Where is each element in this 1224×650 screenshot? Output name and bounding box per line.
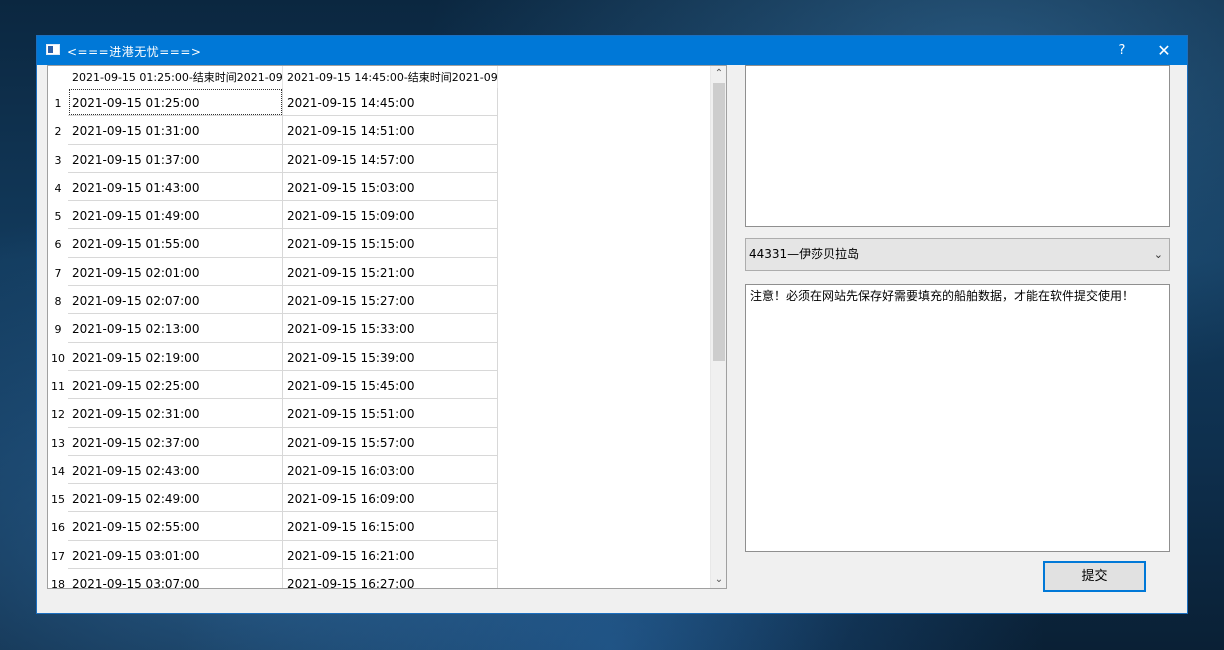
row-number[interactable]: 8 bbox=[48, 286, 68, 314]
row-number[interactable]: 6 bbox=[48, 229, 68, 257]
table-row[interactable]: 12 2021-09-15 02:31:00 2021-09-15 15:51:00 bbox=[48, 399, 710, 428]
start-time-cell[interactable]: 2021-09-15 02:31:00 bbox=[68, 399, 283, 428]
table-row[interactable]: 4 2021-09-15 01:43:00 2021-09-15 15:03:00 bbox=[48, 172, 710, 202]
start-time-cell[interactable]: 2021-09-15 01:37:00 bbox=[68, 144, 283, 173]
table-row[interactable]: 6 2021-09-15 01:55:00 2021-09-15 15:15:00 bbox=[48, 229, 710, 258]
notice-text: 注意！必须在网站先保存好需要填充的船舶数据，才能在软件提交使用！ bbox=[750, 289, 1135, 303]
row-number[interactable]: 18 bbox=[48, 569, 68, 588]
app-window: <===进港无忧===> ? ✕ 2021-09-15 01:25:00-结束时… bbox=[36, 35, 1188, 614]
table-row[interactable]: 14 2021-09-15 02:43:00 2021-09-15 16:03:00 bbox=[48, 455, 710, 485]
start-time-cell[interactable]: 2021-09-15 02:01:00 bbox=[68, 257, 283, 287]
row-number[interactable]: 10 bbox=[48, 343, 68, 371]
end-time-cell[interactable]: 2021-09-15 15:21:00 bbox=[283, 257, 498, 287]
start-time-cell[interactable]: 2021-09-15 02:37:00 bbox=[68, 427, 283, 456]
end-time-cell[interactable]: 2021-09-15 15:39:00 bbox=[283, 342, 498, 371]
close-button[interactable]: ✕ bbox=[1143, 36, 1185, 65]
chevron-down-icon: ⌄ bbox=[1153, 248, 1163, 261]
row-number[interactable]: 5 bbox=[48, 201, 68, 229]
row-number[interactable]: 7 bbox=[48, 258, 68, 286]
start-time-cell[interactable]: 2021-09-15 01:55:00 bbox=[68, 229, 283, 258]
end-time-cell[interactable]: 2021-09-15 14:51:00 bbox=[283, 116, 498, 145]
column-header-end[interactable]: 2021-09-15 14:45:00-结束时间2021-09-1 bbox=[283, 66, 498, 88]
table-row[interactable]: 17 2021-09-15 03:01:00 2021-09-15 16:21:00 bbox=[48, 540, 710, 570]
table-row[interactable]: 15 2021-09-15 02:49:00 2021-09-15 16:09:00 bbox=[48, 484, 710, 513]
end-time-cell[interactable]: 2021-09-15 15:45:00 bbox=[283, 370, 498, 400]
start-time-cell[interactable]: 2021-09-15 02:13:00 bbox=[68, 314, 283, 343]
table-row[interactable]: 3 2021-09-15 01:37:00 2021-09-15 14:57:00 bbox=[48, 144, 710, 173]
end-time-cell[interactable]: 2021-09-15 15:33:00 bbox=[283, 314, 498, 343]
row-number[interactable]: 13 bbox=[48, 428, 68, 456]
start-time-cell[interactable]: 2021-09-15 01:43:00 bbox=[68, 172, 283, 202]
end-time-cell[interactable]: 2021-09-15 15:27:00 bbox=[283, 286, 498, 315]
table-body: 1 2021-09-15 01:25:00 2021-09-15 14:45:00 2… bbox=[48, 88, 710, 588]
title-bar: <===进港无忧===> ? ✕ bbox=[37, 36, 1187, 65]
start-time-cell[interactable]: 2021-09-15 02:43:00 bbox=[68, 455, 283, 485]
start-time-cell[interactable]: 2021-09-15 03:01:00 bbox=[68, 540, 283, 570]
start-time-cell[interactable]: 2021-09-15 02:19:00 bbox=[68, 342, 283, 371]
end-time-cell[interactable]: 2021-09-15 16:03:00 bbox=[283, 455, 498, 485]
port-select[interactable]: 44331—伊莎贝拉岛 ⌄ bbox=[745, 238, 1170, 271]
scroll-down-icon[interactable]: ⌄ bbox=[711, 572, 726, 588]
end-time-cell[interactable]: 2021-09-15 14:45:00 bbox=[283, 88, 498, 117]
window-title: <===进港无忧===> bbox=[67, 45, 202, 59]
column-header-start[interactable]: 2021-09-15 01:25:00-结束时间2021-09-1 bbox=[68, 66, 283, 88]
row-number[interactable]: 9 bbox=[48, 314, 68, 342]
end-time-cell[interactable]: 2021-09-15 16:15:00 bbox=[283, 512, 498, 541]
row-number[interactable]: 4 bbox=[48, 173, 68, 201]
table-row[interactable]: 8 2021-09-15 02:07:00 2021-09-15 15:27:00 bbox=[48, 286, 710, 315]
table-row[interactable]: 7 2021-09-15 02:01:00 2021-09-15 15:21:00 bbox=[48, 257, 710, 287]
time-slot-table: 2021-09-15 01:25:00-结束时间2021-09-1 2021-0… bbox=[47, 65, 727, 589]
table-row[interactable]: 2 2021-09-15 01:31:00 2021-09-15 14:51:00 bbox=[48, 116, 710, 145]
row-number[interactable]: 1 bbox=[48, 88, 68, 116]
row-number[interactable]: 12 bbox=[48, 399, 68, 427]
vertical-scrollbar[interactable]: ⌃ ⌄ bbox=[710, 66, 726, 588]
table-row[interactable]: 10 2021-09-15 02:19:00 2021-09-15 15:39:00 bbox=[48, 342, 710, 371]
scroll-thumb[interactable] bbox=[713, 83, 725, 361]
table-row[interactable]: 11 2021-09-15 02:25:00 2021-09-15 15:45:00 bbox=[48, 370, 710, 400]
start-time-cell[interactable]: 2021-09-15 01:31:00 bbox=[68, 116, 283, 145]
start-time-cell[interactable]: 2021-09-15 01:49:00 bbox=[68, 201, 283, 230]
submit-button[interactable]: 提交 bbox=[1043, 561, 1146, 592]
row-number[interactable]: 16 bbox=[48, 512, 68, 540]
help-button[interactable]: ? bbox=[1101, 36, 1143, 65]
row-number[interactable]: 2 bbox=[48, 116, 68, 144]
row-number[interactable]: 14 bbox=[48, 456, 68, 484]
start-time-cell[interactable]: 2021-09-15 02:49:00 bbox=[68, 484, 283, 513]
end-time-cell[interactable]: 2021-09-15 15:51:00 bbox=[283, 399, 498, 428]
end-time-cell[interactable]: 2021-09-15 15:03:00 bbox=[283, 172, 498, 202]
start-time-cell[interactable]: 2021-09-15 02:55:00 bbox=[68, 512, 283, 541]
table-corner bbox=[48, 66, 68, 88]
start-time-cell[interactable]: 2021-09-15 02:07:00 bbox=[68, 286, 283, 315]
end-time-cell[interactable]: 2021-09-15 15:57:00 bbox=[283, 427, 498, 456]
row-number[interactable]: 11 bbox=[48, 371, 68, 399]
end-time-cell[interactable]: 2021-09-15 16:21:00 bbox=[283, 540, 498, 570]
end-time-cell[interactable]: 2021-09-15 15:09:00 bbox=[283, 201, 498, 230]
start-time-cell[interactable]: 2021-09-15 03:07:00 bbox=[68, 569, 283, 588]
app-window-icon bbox=[46, 44, 60, 55]
end-time-cell[interactable]: 2021-09-15 16:27:00 bbox=[283, 569, 498, 588]
table-row[interactable]: 5 2021-09-15 01:49:00 2021-09-15 15:09:00 bbox=[48, 201, 710, 230]
scroll-up-icon[interactable]: ⌃ bbox=[711, 66, 726, 82]
table-row[interactable]: 18 2021-09-15 03:07:00 2021-09-15 16:27:00 bbox=[48, 569, 710, 588]
notice-textbox[interactable]: 注意！必须在网站先保存好需要填充的船舶数据，才能在软件提交使用！ bbox=[745, 284, 1170, 552]
end-time-cell[interactable]: 2021-09-15 15:15:00 bbox=[283, 229, 498, 258]
table-row[interactable]: 16 2021-09-15 02:55:00 2021-09-15 16:15:00 bbox=[48, 512, 710, 541]
end-time-cell[interactable]: 2021-09-15 14:57:00 bbox=[283, 144, 498, 173]
end-time-cell[interactable]: 2021-09-15 16:09:00 bbox=[283, 484, 498, 513]
row-number[interactable]: 3 bbox=[48, 145, 68, 173]
table-row[interactable]: 1 2021-09-15 01:25:00 2021-09-15 14:45:00 bbox=[48, 88, 710, 117]
port-select-value: 44331—伊莎贝拉岛 bbox=[749, 247, 860, 261]
start-time-cell[interactable]: 2021-09-15 02:25:00 bbox=[68, 370, 283, 400]
output-textbox[interactable] bbox=[745, 65, 1170, 227]
start-time-cell[interactable]: 2021-09-15 01:25:00 bbox=[68, 88, 283, 117]
row-number[interactable]: 17 bbox=[48, 541, 68, 569]
row-number[interactable]: 15 bbox=[48, 484, 68, 512]
table-row[interactable]: 9 2021-09-15 02:13:00 2021-09-15 15:33:00 bbox=[48, 314, 710, 343]
table-row[interactable]: 13 2021-09-15 02:37:00 2021-09-15 15:57:00 bbox=[48, 427, 710, 456]
